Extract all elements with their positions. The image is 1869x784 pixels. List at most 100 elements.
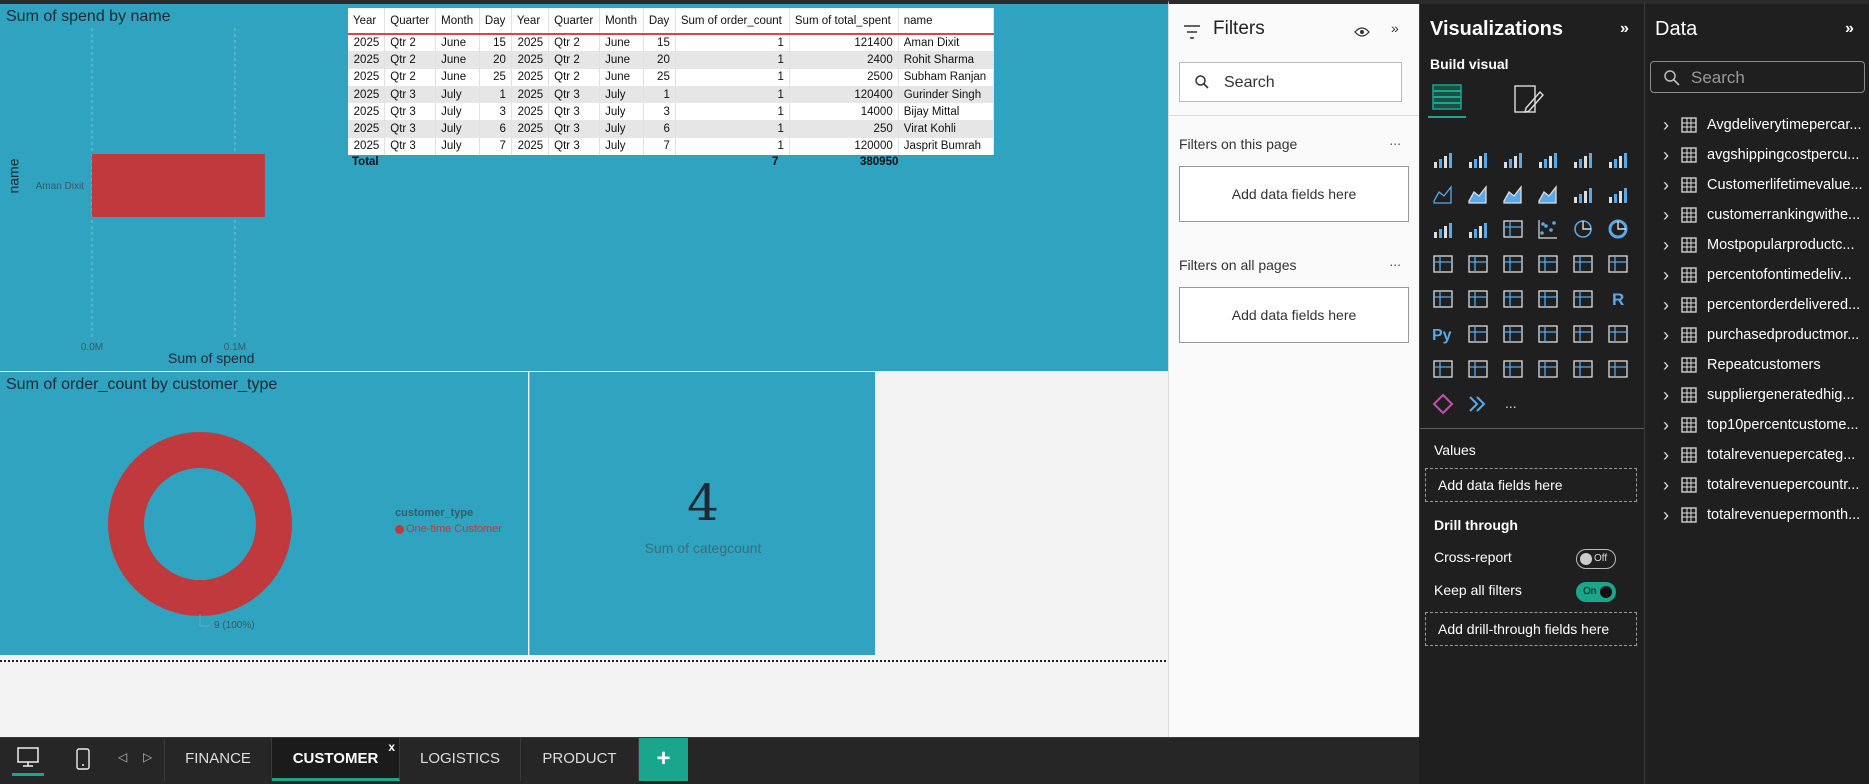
line-icon[interactable]	[1428, 179, 1458, 209]
donut-slice[interactable]	[108, 432, 292, 616]
tab-finance[interactable]: FINANCE	[164, 738, 272, 781]
mobile-icon[interactable]	[76, 748, 90, 770]
data-table-item[interactable]: › totalrevenuepermonth...	[1663, 500, 1863, 530]
area-icon[interactable]	[1463, 179, 1493, 209]
tab-customer[interactable]: CUSTOMER x	[272, 738, 400, 781]
legend-item[interactable]: One-time Customer	[395, 523, 502, 535]
100-column-icon[interactable]	[1603, 144, 1633, 174]
column-header[interactable]: Year	[348, 8, 386, 35]
desktop-view-button[interactable]	[12, 744, 44, 776]
data-table-item[interactable]: › suppliergeneratedhig...	[1663, 380, 1863, 410]
100-bar-icon[interactable]	[1568, 144, 1598, 174]
tab-logistics[interactable]: LOGISTICS	[400, 738, 521, 781]
matrix-icon[interactable]	[1568, 284, 1598, 314]
chevron-right-icon[interactable]: ›	[1663, 175, 1681, 196]
chevron-right-icon[interactable]: ›	[1663, 115, 1681, 136]
pie-icon[interactable]	[1568, 214, 1598, 244]
waterfall-icon[interactable]	[1568, 179, 1598, 209]
data-table-item[interactable]: › totalrevenuepercountr...	[1663, 470, 1863, 500]
chevron-right-icon[interactable]: ›	[1663, 145, 1681, 166]
table-row[interactable]: 2025 Qtr 2 June 20 2025 Qtr 2 June 20 1 2400 Rohit…	[348, 51, 995, 69]
data-search-input[interactable]: Search	[1650, 61, 1865, 93]
scatter-icon[interactable]	[1533, 214, 1563, 244]
line-column-icon[interactable]	[1603, 179, 1633, 209]
power-apps-icon[interactable]	[1463, 354, 1493, 384]
keep-filters-toggle[interactable]: On	[1576, 582, 1616, 602]
build-visual-tab[interactable]	[1428, 80, 1466, 118]
column-header[interactable]: Day	[479, 8, 512, 35]
close-tab-icon[interactable]: x	[388, 726, 395, 768]
power-automate-icon[interactable]	[1498, 354, 1528, 384]
paginated-report-icon[interactable]	[1428, 354, 1458, 384]
column-header[interactable]: Month	[599, 8, 644, 35]
stacked-area-icon[interactable]	[1498, 179, 1528, 209]
bar[interactable]	[92, 154, 265, 217]
tab-product[interactable]: PRODUCT	[521, 738, 639, 781]
column-header[interactable]: Month	[435, 8, 480, 35]
trophy-icon[interactable]	[1603, 319, 1633, 349]
cross-report-toggle[interactable]: Off	[1576, 549, 1616, 569]
qna-icon[interactable]	[1533, 319, 1563, 349]
column-header[interactable]: Day	[643, 8, 676, 35]
collapse-data-icon[interactable]: »	[1845, 20, 1854, 38]
collapse-visualizations-icon[interactable]: »	[1620, 20, 1629, 38]
data-table-item[interactable]: › avgshippingcostpercu...	[1663, 140, 1863, 170]
chevron-right-icon[interactable]: ›	[1663, 325, 1681, 346]
table-row[interactable]: 2025 Qtr 2 June 25 2025 Qtr 2 June 25 1 2500 Subha…	[348, 68, 995, 86]
scroll-right-icon[interactable]: ▷	[143, 750, 152, 764]
kpi-icon[interactable]	[1463, 284, 1493, 314]
data-table-item[interactable]: › purchasedproductmor...	[1663, 320, 1863, 350]
map-icon[interactable]	[1463, 249, 1493, 279]
more-options-icon[interactable]: ...	[1389, 253, 1401, 269]
column-header[interactable]: Quarter	[548, 8, 601, 35]
diamond-icon[interactable]	[1428, 389, 1458, 419]
r-visual-icon[interactable]: R	[1603, 284, 1633, 314]
narrative-icon[interactable]	[1568, 319, 1598, 349]
values-drop-zone[interactable]: Add data fields here	[1425, 468, 1637, 502]
table-icon[interactable]	[1533, 284, 1563, 314]
column-header[interactable]: Year	[511, 8, 550, 35]
eye-icon[interactable]	[1354, 26, 1370, 38]
table-row[interactable]: 2025 Qtr 3 July 3 2025 Qtr 3 July 3 1 14000 Bijay …	[348, 103, 995, 121]
pin-icon[interactable]	[1603, 354, 1633, 384]
chevron-right-icon[interactable]: ›	[1663, 385, 1681, 406]
table-row[interactable]: 2025 Qtr 3 July 7 2025 Qtr 3 July 7 1 120000 Jaspr…	[348, 137, 995, 156]
treemap-icon[interactable]	[1428, 249, 1458, 279]
key-influencers-icon[interactable]	[1463, 319, 1493, 349]
add-page-button[interactable]: +	[639, 738, 688, 781]
categcount-card[interactable]: 4 Sum of categcount	[529, 372, 875, 655]
stacked-column-icon[interactable]	[1463, 144, 1493, 174]
column-header[interactable]: Sum of order_count	[675, 8, 790, 35]
more-options-icon[interactable]: ...	[1389, 132, 1401, 148]
chevron-right-icon[interactable]: ›	[1663, 415, 1681, 436]
data-table-item[interactable]: › percentorderdelivered...	[1663, 290, 1863, 320]
data-table-item[interactable]: › customerrankingwithe...	[1663, 200, 1863, 230]
drill-through-drop-zone[interactable]: Add drill-through fields here	[1425, 612, 1637, 646]
data-table-item[interactable]: › totalrevenuepercateg...	[1663, 440, 1863, 470]
column-header[interactable]: Quarter	[384, 8, 437, 35]
clustered-bar-icon[interactable]	[1498, 144, 1528, 174]
data-table-item[interactable]: › Avgdeliverytimepercar...	[1663, 110, 1863, 140]
card-icon[interactable]	[1603, 249, 1633, 279]
format-visual-icon[interactable]	[1512, 84, 1544, 116]
chevron-right-icon[interactable]: ›	[1663, 445, 1681, 466]
data-table-item[interactable]: › percentofontimedeliv...	[1663, 260, 1863, 290]
order-count-by-customer-type-chart[interactable]: Sum of order_count by customer_type 9 (1…	[0, 372, 528, 655]
ribbon-icon[interactable]	[1533, 179, 1563, 209]
chevron-right-icon[interactable]: ›	[1663, 205, 1681, 226]
python-visual-icon[interactable]: Py	[1428, 319, 1458, 349]
filled-map-icon[interactable]	[1498, 249, 1528, 279]
slicer-icon[interactable]	[1498, 284, 1528, 314]
orders-table[interactable]: Year Quarter Month Day Year Quarter Month Day Su…	[348, 8, 995, 156]
all-pages-filters-drop-zone[interactable]: Add data fields here	[1179, 287, 1409, 343]
data-table-item[interactable]: › top10percentcustome...	[1663, 410, 1863, 440]
funnel-icon[interactable]	[1498, 214, 1528, 244]
table-row[interactable]: 2025 Qtr 3 July 6 2025 Qtr 3 July 6 1 250 Virat Ko…	[348, 120, 995, 138]
collapse-filters-icon[interactable]: »	[1391, 20, 1399, 36]
page-filters-drop-zone[interactable]: Add data fields here	[1179, 166, 1409, 222]
donut-icon[interactable]	[1603, 214, 1633, 244]
scroll-left-icon[interactable]: ◁	[118, 750, 127, 764]
smart-narrative-icon[interactable]	[1568, 354, 1598, 384]
funnel-column-icon[interactable]	[1463, 214, 1493, 244]
gauge-icon[interactable]	[1568, 249, 1598, 279]
